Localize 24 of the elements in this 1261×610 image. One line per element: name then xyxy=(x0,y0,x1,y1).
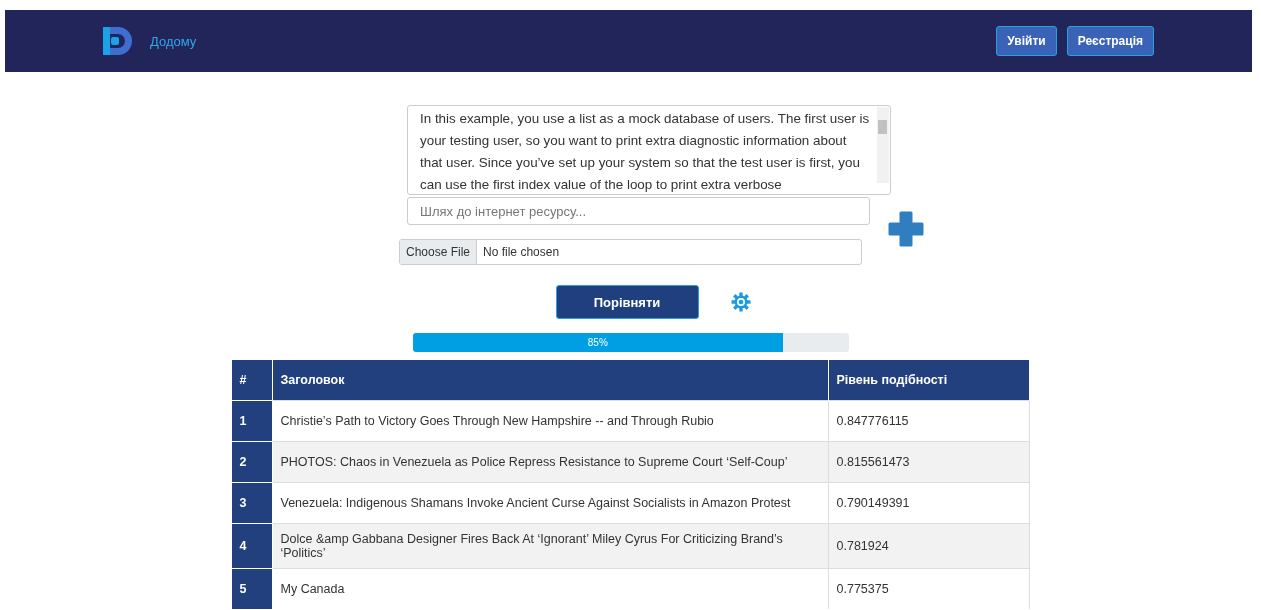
text-area[interactable]: In this example, you use a list as a mock database of users. The first user is your testing user, so you want to print extra diagnostic information about that user. Since you’ve set up your system so that the test user is first, you can use the first index value of the loop to print extra verbose xyxy=(407,105,891,195)
file-input[interactable]: Choose File No file chosen xyxy=(399,239,862,265)
table-cell: 0.815561473 xyxy=(828,441,1029,483)
settings-icon[interactable] xyxy=(730,292,751,312)
table-cell: 0.775375 xyxy=(828,568,1029,609)
compare-button[interactable]: Порівняти xyxy=(555,285,699,319)
login-button[interactable]: Увійти xyxy=(996,26,1057,56)
row-number: 2 xyxy=(231,441,272,483)
table-cell: Dolce &amp Gabbana Designer Fires Back At ‘Ignorant’ Miley Cyrus For Criticizing Brand’s ‘Politics’ xyxy=(272,523,828,569)
table-cell: My Canada xyxy=(272,568,828,609)
column-header: # xyxy=(231,360,272,401)
column-header: Рівень подібності xyxy=(828,360,1029,401)
plus-icon[interactable] xyxy=(888,211,924,247)
row-number: 1 xyxy=(231,400,272,442)
home-link[interactable]: Додому xyxy=(150,33,197,49)
url-field[interactable]: Шлях до інтернет ресурсу... xyxy=(407,197,870,225)
register-button[interactable]: Реєстрація xyxy=(1066,26,1154,56)
column-header: Заголовок xyxy=(272,360,828,401)
table-cell: PHOTOS: Chaos in Venezuela as Police Repress Resistance to Supreme Court ‘Self-Coup’ xyxy=(272,441,828,483)
row-number: 3 xyxy=(231,482,272,524)
row-number: 4 xyxy=(231,523,272,569)
row-number: 5 xyxy=(231,568,272,609)
progress-reading: 85% xyxy=(587,337,608,348)
table-cell: 0.781924 xyxy=(828,523,1029,569)
